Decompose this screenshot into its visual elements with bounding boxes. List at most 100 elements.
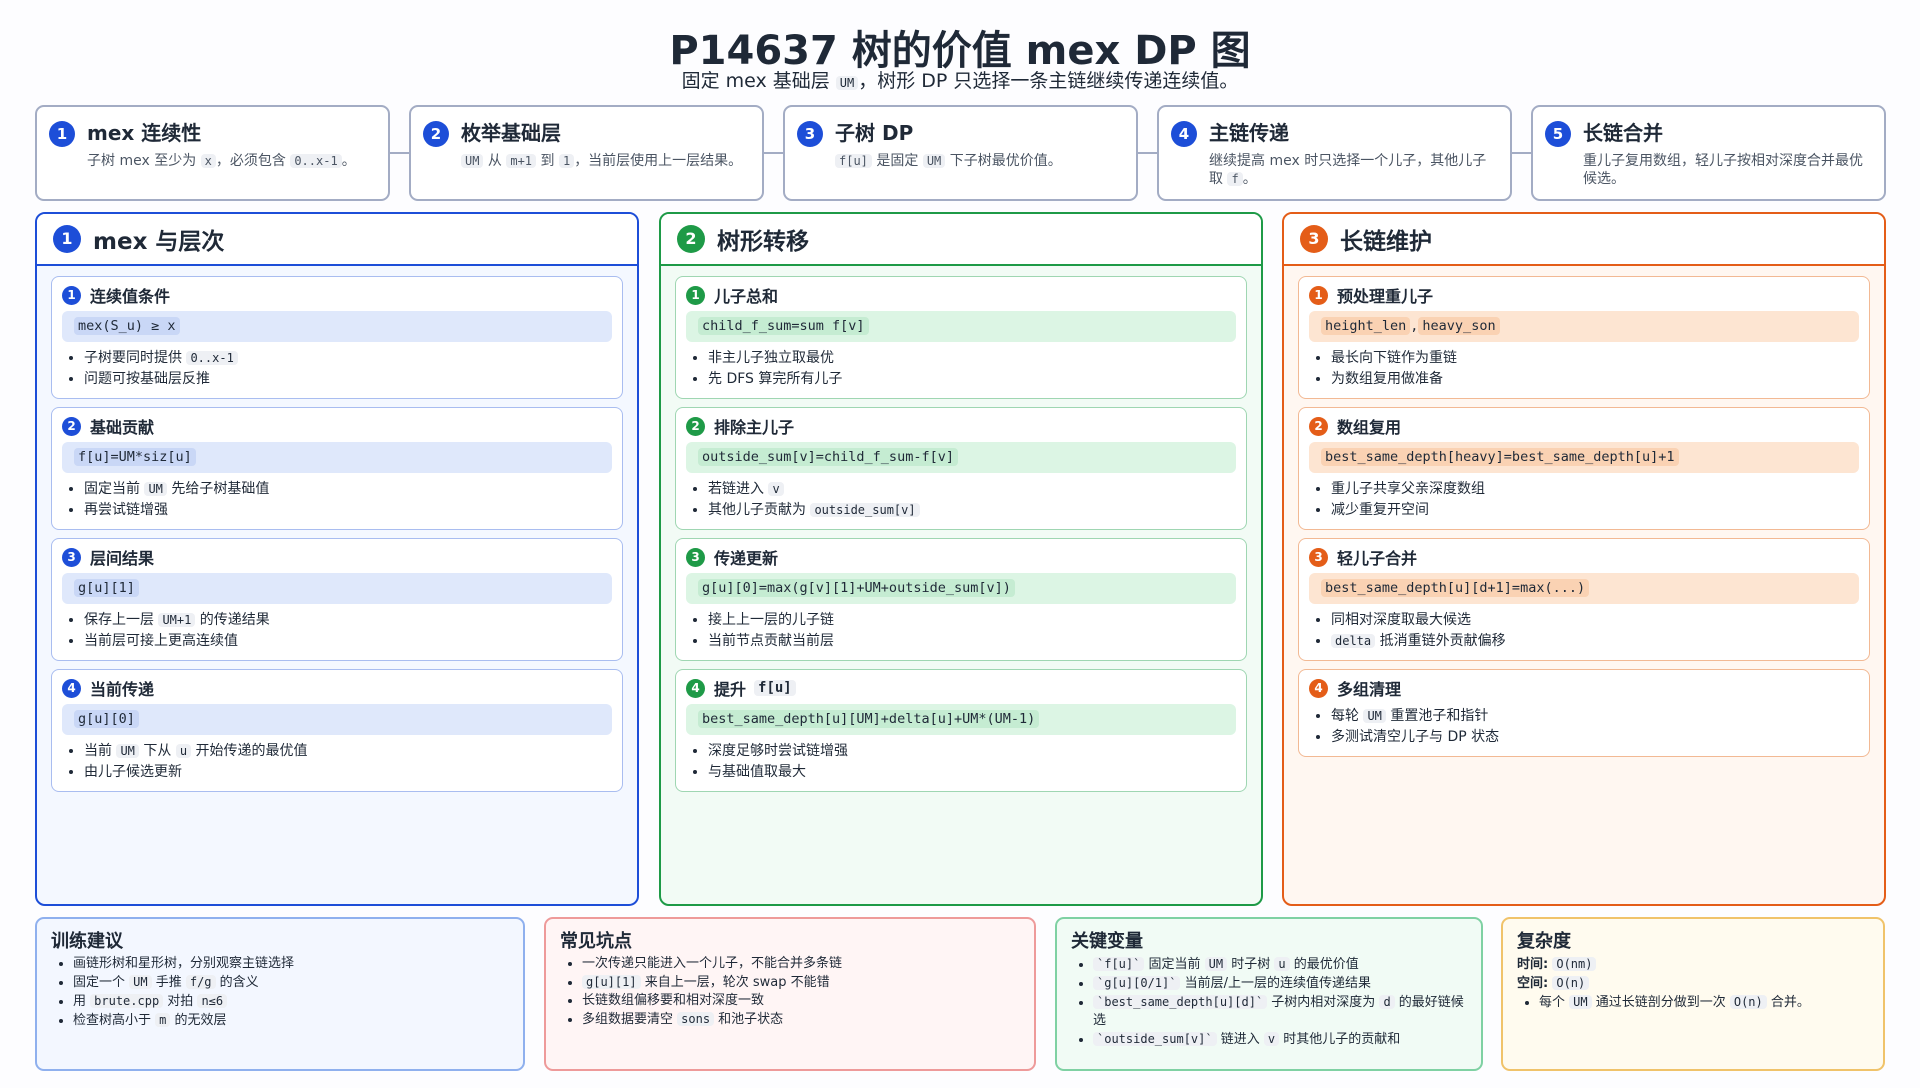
inline-code: UM+1 [158,613,196,627]
text-run: ，必须包含 [215,153,291,169]
inline-code: d [1379,995,1395,1009]
formula-chip: best_same_depth[u][d+1]=max(...) [1321,579,1590,597]
card-title-code: f[u] [754,680,796,696]
inline-code: UM [116,744,139,758]
card-formula: best_same_depth[heavy]=best_same_depth[u… [1309,442,1859,473]
card-bullets: 最长向下链作为重链为数组复用做准备 [1331,348,1859,390]
bullet-item: 当前层可接上更高连续值 [84,631,612,652]
bullet-item: 深度足够时尝试链增强 [708,741,1236,762]
box-item: `g[u][0/1]` 当前层/上一层的连续值传递结果 [1093,974,1467,993]
inline-code: u [175,744,192,758]
inline-code: UM [129,975,152,989]
text-run: 的含义 [215,975,259,990]
text-run: 手推 [151,975,186,990]
text-run: 。 [341,153,356,169]
training-box: 训练建议画链形树和星形树，分别观察主链选择固定一个 UM 手推 f/g 的含义用… [35,917,525,1071]
card-number: 3 [1309,547,1328,567]
box-item: `outside_sum[v]` 链进入 v 时其他儿子的贡献和 [1093,1030,1467,1049]
text-run: 多测试清空儿子与 DP 状态 [1331,729,1500,745]
inline-code: u [1274,957,1290,971]
text-run: 从 [483,153,507,169]
card-bullets: 同相对深度取最大候选 delta 抵消重链外贡献偏移 [1331,610,1859,652]
card-header: 4 当前传递 [62,676,612,700]
bullet-item: 再尝试链增强 [84,500,612,521]
time-value: O(nm) [1552,957,1597,971]
step-box: 2 枚举基础层 UM 从 m+1 到 1 ，当前层使用上一层结果。 [409,105,764,201]
card-bullets: 固定当前 UM 先给子树基础值再尝试链增强 [84,479,612,521]
text-run: 。 [1242,171,1257,187]
card-title: 儿子总和 [714,287,779,306]
card-title: 预处理重儿子 [1337,287,1434,306]
card-list: 1 预处理重儿子 height_len,heavy_son 最长向下链作为重链为数组复… [1284,266,1884,757]
text-run: 每个 [1539,995,1570,1010]
card-bullets: 非主儿子独立取最优先 DFS 算完所有儿子 [708,348,1236,390]
text-run: 子树内相对深度为 [1267,995,1380,1010]
box-item: 一次传递只能进入一个儿子，不能合并多条链 [582,955,1020,973]
card-title: 层间结果 [90,549,155,568]
text-run: 固定当前 [1144,957,1205,972]
step-box: 3 子树 DP f[u] 是固定 UM 下子树最优价值。 [783,105,1138,201]
inline-code: m [155,1013,171,1027]
card-title: 多组清理 [1337,680,1402,699]
column-number: 2 [677,225,705,253]
text-run: 同相对深度取最大候选 [1331,612,1471,628]
box-title: 复杂度 [1517,931,1571,952]
inline-code: v [768,482,784,496]
card-title: 传递更新 [714,549,779,568]
column-title: mex 与层次 [93,229,225,255]
formula-chip: best_same_depth[heavy]=best_same_depth[u… [1321,448,1679,466]
inline-code: f/g [185,975,216,989]
column-panel: 3 长链维护 1 预处理重儿子 height_len,heavy_son 最长向下链作为重… [1282,212,1886,906]
step-number: 5 [1545,121,1571,147]
bullet-item: 若链进入 v [708,479,1236,500]
complexity-box: 复杂度时间: O(nm)空间: O(n)每个 UM 通过长链剖分做到一次 O(n… [1501,917,1885,1071]
card-number: 1 [62,285,81,305]
step-title: 主链传递 [1209,121,1289,145]
text-run: 问题可按基础层反推 [84,371,210,387]
box-title: 训练建议 [51,931,123,952]
text-run: 子树 mex 至少为 [87,153,201,169]
card-formula: g[u][0] [62,704,612,735]
formula-chip: height_len [1321,317,1411,335]
text-run: 链进入 [1216,1032,1264,1047]
box-item: 长链数组偏移要和相对深度一致 [582,992,1020,1010]
text-run: 与基础值取最大 [708,764,806,780]
inline-code: `f[u]` [1093,957,1145,971]
step-connector [390,152,409,154]
text-run: 多组数据要清空 [582,1012,678,1027]
detail-card: 3 轻儿子合并 best_same_depth[u][d+1]=max(...) 同相… [1298,538,1870,661]
inline-code: x [200,154,216,168]
step-title: 枚举基础层 [461,121,561,145]
inline-code: UM [1363,709,1386,723]
detail-card: 1 连续值条件 mex(S_u) ≥ x 子树要同时提供 0..x-1 问题可按基础层反… [51,276,623,399]
text-run: 其他儿子贡献为 [708,502,811,518]
text-run: 时其他儿子的贡献和 [1279,1032,1401,1047]
card-bullets: 深度足够时尝试链增强与基础值取最大 [708,741,1236,783]
card-formula: best_same_depth[u][d+1]=max(...) [1309,573,1859,604]
card-header: 1 预处理重儿子 [1309,283,1859,307]
text-run: 最长向下链作为重链 [1331,350,1457,366]
step-box: 4 主链传递 继续提高 mex 时只选择一个儿子，其他儿子取 f。 [1157,105,1512,201]
card-header: 1 儿子总和 [686,283,1236,307]
bullet-item: 同相对深度取最大候选 [1331,610,1859,631]
subtitle-code: UM [835,76,859,90]
inline-code: sons [677,1012,715,1026]
step-number: 3 [797,121,823,147]
bullet-item: 与基础值取最大 [708,762,1236,783]
card-number: 3 [62,547,81,567]
box-item: `f[u]` 固定当前 UM 时子树 u 的最优价值 [1093,955,1467,974]
inline-code: `g[u][0/1]` [1093,976,1181,990]
time-label: 时间: [1517,957,1549,972]
text-run: 当前层可接上更高连续值 [84,633,238,649]
text-run: 再尝试链增强 [84,502,168,518]
detail-card: 1 儿子总和 child_f_sum=sum f[v] 非主儿子独立取最优先 DFS … [675,276,1247,399]
card-formula: child_f_sum=sum f[v] [686,311,1236,342]
card-formula: g[u][0]=max(g[v][1]+UM+outside_sum[v]) [686,573,1236,604]
card-title: 轻儿子合并 [1337,549,1418,568]
box-list: 每个 UM 通过长链剖分做到一次 O(n) 合并。 [1539,993,1869,1012]
text-run: ，当前层使用上一层结果。 [574,153,743,169]
card-title: 当前传递 [90,680,155,699]
box-item: 用 brute.cpp 对拍 n≤6 [73,992,509,1011]
text-run: 下从 [138,743,176,759]
bullet-item: 非主儿子独立取最优 [708,348,1236,369]
